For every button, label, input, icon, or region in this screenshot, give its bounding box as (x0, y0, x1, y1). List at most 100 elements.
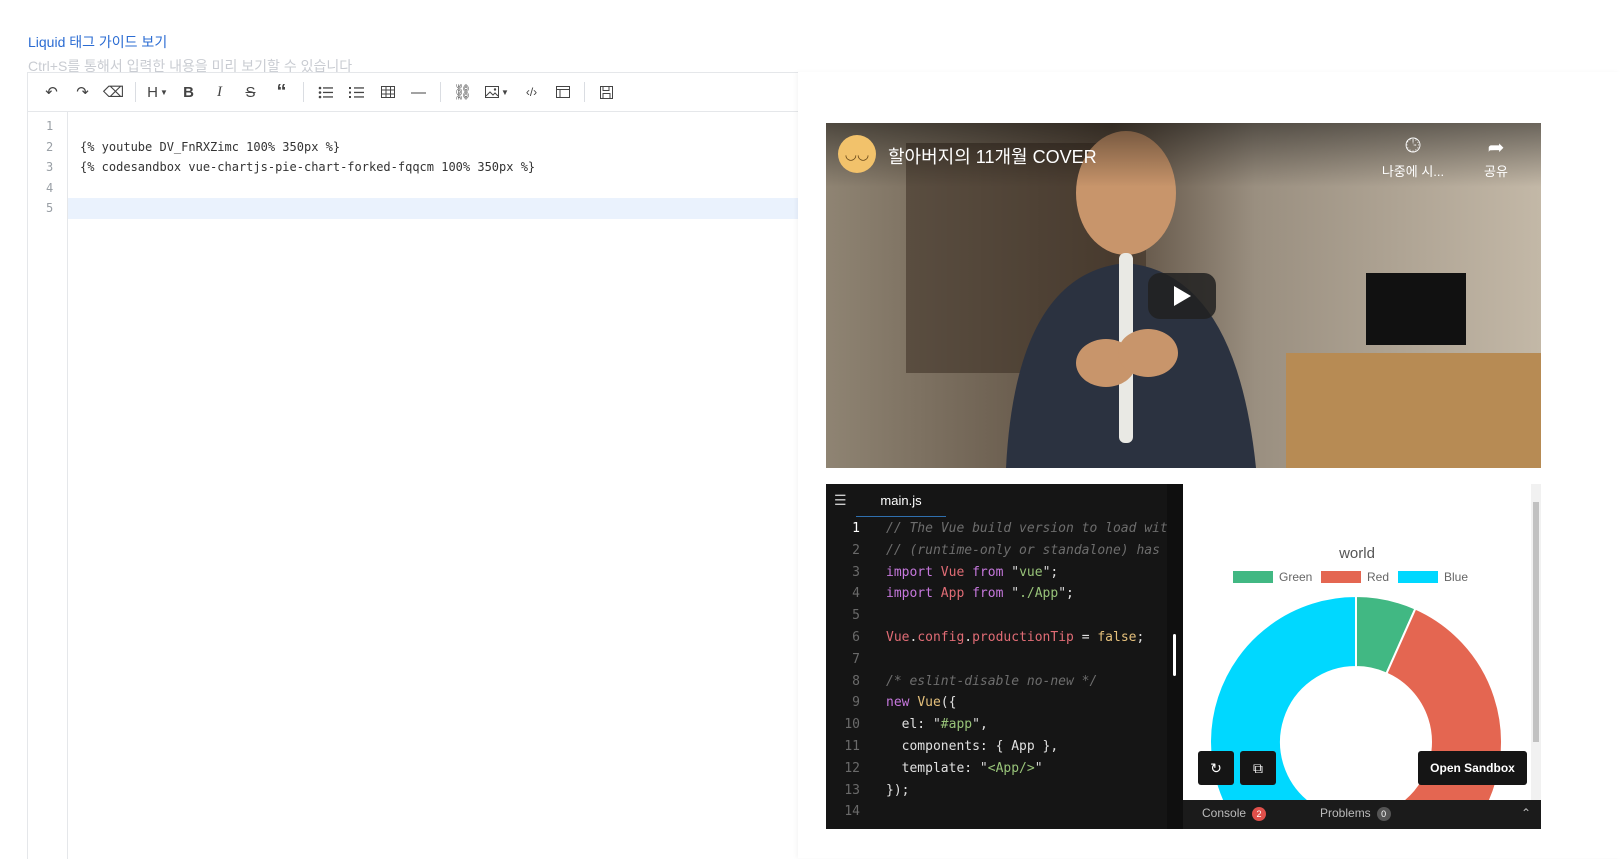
strikethrough-icon: S (245, 83, 256, 101)
bold-button[interactable]: B (173, 77, 204, 107)
line-number: 4 (852, 586, 860, 602)
open-sandbox-button[interactable]: Open Sandbox (1418, 751, 1527, 785)
table-button[interactable] (372, 77, 403, 107)
quote-icon: “ (276, 80, 287, 103)
redo-icon: ↷ (76, 84, 89, 101)
scrollbar-thumb[interactable] (1533, 502, 1539, 742)
play-button[interactable] (1148, 273, 1216, 319)
line-number: 2 (46, 139, 54, 154)
bold-icon: B (183, 83, 194, 101)
chevron-up-icon[interactable]: ⌃ (1521, 806, 1531, 820)
console-count-badge: 2 (1252, 807, 1267, 821)
line-number: 3 (46, 160, 54, 174)
line-number: 13 (844, 782, 860, 798)
heading-button[interactable]: H ▼ (142, 77, 173, 107)
external-link-icon: ⧉ (1253, 759, 1263, 776)
caret-down-icon: ▼ (501, 87, 509, 97)
code-comment: // The Vue build version to load with th… (886, 521, 1167, 536)
line-number: 1 (852, 521, 860, 536)
video-title[interactable]: 할아버지의 11개월 COVER (888, 143, 1097, 169)
code-line[interactable]: {% youtube DV_FnRXZimc 100% 350px %} (68, 137, 798, 158)
save-button[interactable] (591, 77, 622, 107)
line-number: 5 (852, 608, 860, 624)
share-button[interactable]: ➦ 공유 (1456, 135, 1536, 180)
code-button[interactable]: ‹/› (516, 77, 547, 107)
link-button[interactable]: ⛓ (447, 77, 478, 107)
heading-icon: H (147, 83, 158, 101)
legend-label-blue[interactable]: Blue (1444, 570, 1468, 584)
table-icon (380, 86, 395, 98)
code-line[interactable]: {% codesandbox vue-chartjs-pie-chart-for… (68, 157, 798, 178)
liquid-guide-link[interactable]: Liquid 태그 가이드 보기 (28, 32, 352, 52)
watch-later-label: 나중에 시... (1381, 164, 1445, 179)
console-tab[interactable]: Console 2 (1202, 806, 1267, 821)
codesandbox-embed: ☰ main.js 1 // The Vue build version to l… (826, 484, 1541, 829)
numbered-list-button[interactable] (341, 77, 372, 107)
refresh-icon: ↻ (1210, 759, 1222, 776)
pane-resize-handle[interactable] (1167, 484, 1183, 829)
channel-avatar[interactable]: ◡◡ (838, 135, 876, 173)
line-number: 4 (46, 180, 54, 195)
legend-swatch-green[interactable] (1233, 571, 1273, 583)
bullet-list-button[interactable] (310, 77, 341, 107)
layout-icon (555, 86, 570, 98)
resize-grip[interactable] (1173, 634, 1176, 676)
share-label: 공유 (1484, 164, 1508, 179)
line-number: 3 (852, 564, 860, 580)
undo-button[interactable]: ↶ (36, 77, 67, 107)
problems-tab[interactable]: Problems 0 (1320, 806, 1391, 821)
horizontal-rule-icon: — (411, 83, 426, 101)
sandbox-status-bar: Console 2 Problems 0 ⌃ (1183, 800, 1541, 829)
line-number: 1 (46, 119, 54, 133)
code-comment: // (runtime-only or standalone) has been… (886, 542, 1160, 558)
link-icon: ⛓ (452, 84, 473, 101)
editor-text-area[interactable]: {% youtube DV_FnRXZimc 100% 350px %} {% … (68, 112, 798, 859)
italic-icon: I (217, 83, 222, 100)
numbered-list-icon (349, 86, 364, 98)
open-new-window-button[interactable]: ⧉ (1240, 751, 1276, 785)
legend-label-red[interactable]: Red (1367, 570, 1389, 584)
code-line[interactable] (68, 178, 798, 199)
desk (1286, 353, 1541, 468)
problems-count-badge: 0 (1376, 807, 1391, 821)
menu-icon[interactable]: ☰ (834, 492, 847, 509)
toolbar-divider (584, 82, 585, 102)
tab-main-js[interactable]: main.js (856, 484, 946, 517)
preview-toggle-button[interactable] (547, 77, 578, 107)
legend-swatch-red[interactable] (1321, 571, 1361, 583)
line-number: 11 (844, 738, 860, 754)
line-number: 9 (852, 695, 860, 711)
image-button[interactable]: ▼ (478, 77, 516, 107)
line-number: 7 (852, 651, 860, 667)
code-line[interactable] (68, 116, 798, 137)
clock-icon: 🕒︎ (1405, 135, 1421, 157)
legend-label-green[interactable]: Green (1279, 570, 1312, 584)
active-code-line[interactable] (68, 198, 798, 219)
refresh-button[interactable]: ↻ (1198, 751, 1234, 785)
sandbox-code-view[interactable]: 1 // The Vue build version to load with t… (826, 518, 1167, 829)
toolbar-divider (135, 82, 136, 102)
italic-button[interactable]: I (204, 77, 235, 107)
top-info: Liquid 태그 가이드 보기 Ctrl+S를 통해서 입력한 내용을 미리 … (28, 32, 352, 76)
quote-button[interactable]: “ (266, 77, 297, 107)
line-number: 5 (46, 201, 54, 215)
watch-later-button[interactable]: 🕒︎ 나중에 시... (1373, 135, 1453, 180)
line-number: 14 (844, 804, 860, 820)
line-number: 8 (852, 673, 860, 689)
eraser-button[interactable]: ⌫ (98, 77, 129, 107)
legend-swatch-blue[interactable] (1398, 571, 1438, 583)
bullet-list-icon (318, 86, 333, 98)
redo-button[interactable]: ↷ (67, 77, 98, 107)
codesandbox-tab-bar: ☰ main.js (826, 484, 1167, 517)
eraser-icon: ⌫ (102, 84, 125, 101)
code-icon: ‹/› (525, 85, 538, 99)
horizontal-rule-button[interactable]: — (403, 77, 434, 107)
strikethrough-button[interactable]: S (235, 77, 266, 107)
caret-down-icon: ▼ (159, 87, 168, 97)
save-icon (600, 85, 613, 99)
toolbar-divider (303, 82, 304, 102)
markdown-editor: ↶ ↷ ⌫ H ▼ B I S “ — ⛓ ▼ ‹/› 1 2 3 4 5 {%… (27, 72, 798, 859)
share-icon: ➦ (1487, 137, 1505, 159)
youtube-embed[interactable]: ◡◡ 할아버지의 11개월 COVER 🕒︎ 나중에 시... ➦ 공유 (826, 123, 1541, 468)
preview-scrollbar[interactable] (1531, 484, 1541, 800)
